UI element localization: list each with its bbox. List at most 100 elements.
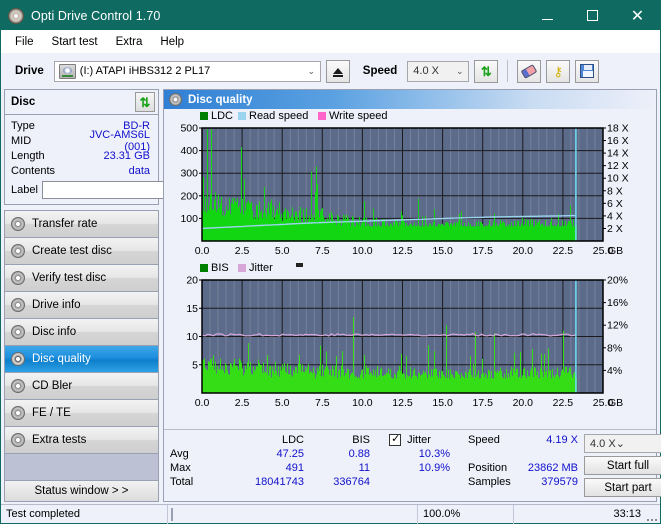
sidebar-item-cd-bler[interactable]: CD Bler bbox=[5, 373, 158, 400]
nav-spacer bbox=[5, 454, 158, 481]
maximize-button[interactable] bbox=[570, 1, 615, 30]
readout-samples: Samples 379579 bbox=[468, 475, 584, 489]
sidebar-item-drive-info[interactable]: Drive info bbox=[5, 292, 158, 319]
svg-text:8 X: 8 X bbox=[607, 185, 623, 197]
svg-text:10.0: 10.0 bbox=[352, 397, 373, 409]
test-nav-list: Transfer rate Create test disc Verify te… bbox=[4, 210, 159, 481]
statistics-area: LDC BIS Jitter Avg 47.25 0.88 10.3% bbox=[164, 429, 661, 501]
erase-button[interactable] bbox=[517, 59, 542, 83]
progress-bar bbox=[171, 507, 173, 521]
sidebar-item-disc-info[interactable]: Disc info bbox=[5, 319, 158, 346]
menu-item-help[interactable]: Help bbox=[151, 34, 193, 50]
save-button[interactable] bbox=[575, 59, 600, 83]
bis-chart: BIS Jitter 5 10 15 20 4% 8% 12% 16% 20% 0.0 2.5 5.0 7.… bbox=[166, 260, 654, 412]
refresh-drive-button[interactable]: ⇅ bbox=[474, 59, 499, 83]
svg-text:22.5: 22.5 bbox=[553, 397, 574, 409]
title-bar: Opti Drive Control 1.70 ✕ bbox=[1, 1, 660, 30]
disc-icon bbox=[11, 433, 25, 447]
resize-grip[interactable] bbox=[646, 505, 660, 524]
stats-avg-bis: 0.88 bbox=[348, 448, 370, 460]
drive-select[interactable]: (I:) ATAPI iHBS312 2 PL17 ⌄ bbox=[53, 60, 321, 82]
readout-position: Position 23862 MB bbox=[468, 461, 584, 475]
stats-total-ldc: 18041743 bbox=[255, 476, 304, 488]
disc-refresh-button[interactable]: ⇅ bbox=[135, 92, 155, 112]
menu-item-start-test[interactable]: Start test bbox=[43, 34, 107, 50]
start-full-button[interactable]: Start full bbox=[584, 456, 661, 475]
svg-text:7.5: 7.5 bbox=[315, 245, 330, 257]
sidebar-item-create-test-disc[interactable]: Create test disc bbox=[5, 238, 158, 265]
statistics-table: LDC BIS Jitter Avg 47.25 0.88 10.3% bbox=[164, 432, 464, 497]
sidebar-item-verify-test-disc[interactable]: Verify test disc bbox=[5, 265, 158, 292]
disc-icon bbox=[11, 406, 25, 420]
disc-row-contents: Contents data bbox=[11, 163, 154, 178]
test-speed-value: 4.0 X bbox=[590, 437, 616, 450]
bis-chart-svg: BIS Jitter 5 10 15 20 4% 8% 12% 16% 20% 0.0 2.5 5.0 7.… bbox=[186, 262, 628, 409]
key-button[interactable]: ⚷ bbox=[546, 59, 571, 83]
svg-text:15.0: 15.0 bbox=[432, 397, 453, 409]
sidebar-item-extra-tests[interactable]: Extra tests bbox=[5, 427, 158, 454]
stats-max-bis: 11 bbox=[358, 462, 370, 474]
disc-icon bbox=[11, 352, 25, 366]
start-part-button[interactable]: Start part bbox=[584, 478, 661, 497]
svg-text:20: 20 bbox=[186, 275, 198, 287]
window-title: Opti Drive Control 1.70 bbox=[31, 8, 161, 23]
sidebar-item-fe-te[interactable]: FE / TE bbox=[5, 400, 158, 427]
elapsed-time: 33:13 bbox=[613, 508, 641, 520]
eject-icon bbox=[332, 68, 343, 77]
drive-label: Drive bbox=[15, 65, 44, 77]
speed-select[interactable]: 4.0 X ⌄ bbox=[407, 60, 470, 82]
disc-row-key: Contents bbox=[11, 164, 56, 177]
sidebar-item-label: FE / TE bbox=[32, 407, 71, 419]
test-speed-select[interactable]: 4.0 X ⌄ bbox=[584, 434, 661, 453]
disc-icon bbox=[11, 379, 25, 393]
stats-row-label: Total bbox=[170, 476, 194, 488]
stats-col-jitter: Jitter bbox=[370, 432, 456, 446]
svg-text:12%: 12% bbox=[607, 320, 628, 332]
menu-item-extra[interactable]: Extra bbox=[107, 34, 152, 50]
svg-text:7.5: 7.5 bbox=[315, 397, 330, 409]
menu-bar: File Start test Extra Help bbox=[1, 30, 660, 53]
svg-text:12 X: 12 X bbox=[607, 160, 629, 172]
svg-text:BIS: BIS bbox=[211, 262, 229, 274]
jitter-checkbox[interactable] bbox=[389, 432, 402, 446]
samples-readout-value: 379579 bbox=[541, 476, 578, 488]
svg-text:Write speed: Write speed bbox=[329, 110, 388, 122]
disc-row-length: Length 23.31 GB bbox=[11, 148, 154, 163]
svg-text:22.5: 22.5 bbox=[553, 245, 574, 257]
test-readouts: Speed 4.19 X Position 23862 MB Samples 3… bbox=[468, 433, 584, 497]
position-readout-value: 23862 MB bbox=[527, 462, 578, 474]
sidebar-item-disc-quality[interactable]: Disc quality bbox=[5, 346, 158, 373]
svg-text:6 X: 6 X bbox=[607, 198, 623, 210]
progress-cell bbox=[168, 504, 418, 524]
svg-text:5.0: 5.0 bbox=[275, 397, 290, 409]
status-window-button[interactable]: Status window > > bbox=[4, 481, 159, 502]
stats-avg-jitter: 10.3% bbox=[418, 448, 450, 460]
disc-row-key: MID bbox=[11, 134, 32, 147]
svg-text:0.0: 0.0 bbox=[195, 397, 210, 409]
svg-text:400: 400 bbox=[180, 145, 198, 157]
svg-text:GB: GB bbox=[608, 245, 623, 257]
panel-header: Disc quality bbox=[164, 90, 656, 109]
sidebar-item-transfer-rate[interactable]: Transfer rate bbox=[5, 211, 158, 238]
svg-text:5: 5 bbox=[192, 359, 198, 371]
disc-label-row: Label bbox=[11, 180, 244, 200]
toolbar-divider bbox=[507, 60, 509, 82]
stats-header-row: LDC BIS Jitter bbox=[170, 432, 464, 447]
svg-text:16%: 16% bbox=[607, 297, 628, 309]
svg-text:10 X: 10 X bbox=[607, 173, 629, 185]
disc-row-value: 23.31 GB bbox=[103, 149, 150, 162]
chevron-down-icon: ⌄ bbox=[615, 438, 625, 450]
disc-icon bbox=[11, 325, 25, 339]
minimize-button[interactable] bbox=[525, 1, 570, 30]
svg-text:17.5: 17.5 bbox=[472, 397, 493, 409]
stats-row-max: Max 491 11 10.9% bbox=[170, 461, 464, 475]
stats-avg-ldc: 47.25 bbox=[276, 448, 304, 460]
app-disc-icon bbox=[8, 7, 24, 24]
sidebar-item-label: Drive info bbox=[32, 299, 81, 311]
drive-toolbar: Drive (I:) ATAPI iHBS312 2 PL17 ⌄ Speed … bbox=[1, 53, 660, 89]
menu-item-file[interactable]: File bbox=[6, 34, 43, 50]
close-button[interactable]: ✕ bbox=[615, 1, 660, 30]
svg-text:300: 300 bbox=[180, 168, 198, 180]
eject-button[interactable] bbox=[325, 59, 350, 83]
svg-text:100: 100 bbox=[180, 213, 198, 225]
